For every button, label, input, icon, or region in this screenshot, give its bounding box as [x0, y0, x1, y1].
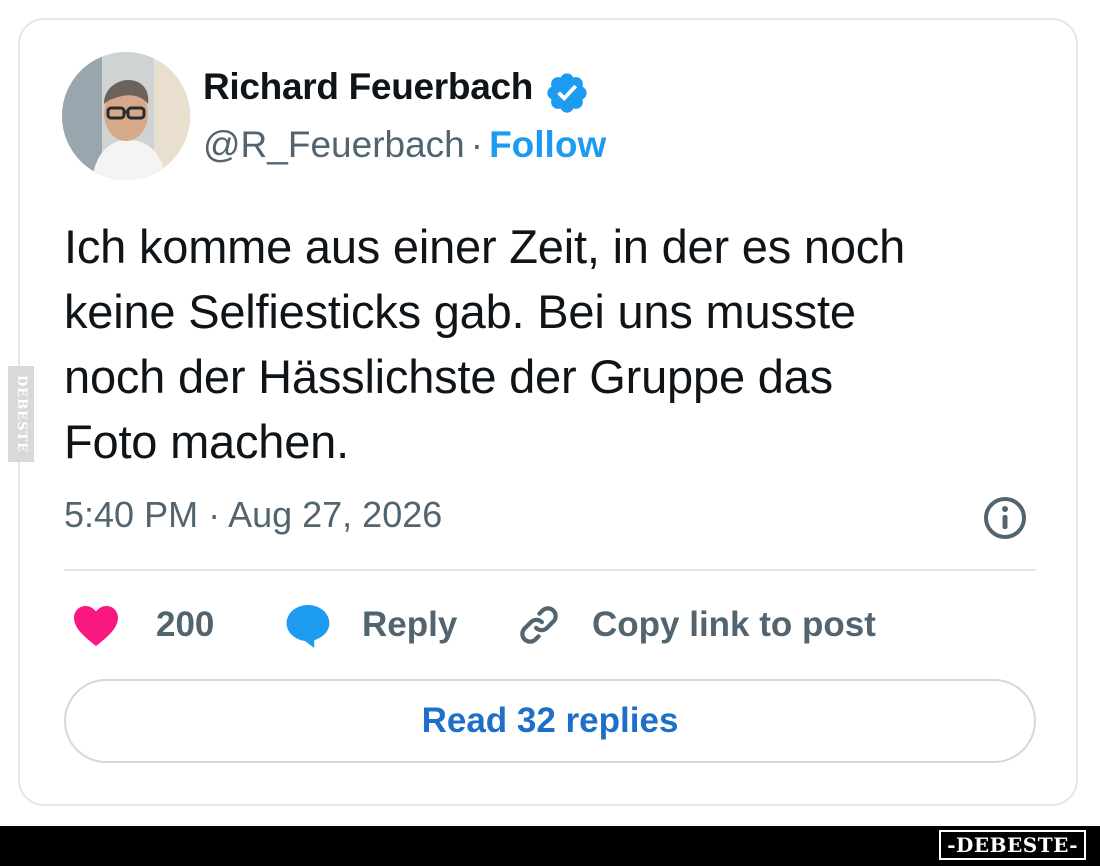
reply-button[interactable]: Reply [284, 598, 457, 652]
copy-link-label: Copy link to post [592, 605, 876, 644]
like-button[interactable]: 200 [72, 598, 214, 652]
reply-bubble-icon [286, 605, 330, 648]
footer-bar: -DEBESTE- [0, 826, 1100, 866]
author-handle[interactable]: @R_Feuerbach [203, 124, 465, 165]
action-bar: 200 Reply Copy link to post [64, 598, 1036, 652]
tweet-line: Ich komme aus einer Zeit, in der es noch [64, 220, 906, 273]
tweet-line: Foto machen. [64, 415, 349, 468]
copy-link-button[interactable]: Copy link to post [516, 598, 876, 652]
author-handle-row: @R_Feuerbach · Follow [203, 124, 606, 166]
like-count: 200 [156, 605, 215, 644]
tweet-text: Ich komme aus einer Zeit, in der es noch… [64, 214, 1044, 474]
verified-badge-icon [547, 73, 587, 113]
avatar[interactable] [62, 52, 190, 180]
divider [64, 569, 1036, 571]
separator-dot: · [470, 124, 484, 165]
follow-button[interactable]: Follow [489, 124, 606, 165]
reply-label: Reply [362, 605, 458, 644]
footer-watermark-logo: -DEBESTE- [939, 830, 1086, 860]
tweet-line: keine Selfiesticks gab. Bei uns musste [64, 285, 856, 338]
heart-icon [74, 606, 118, 646]
info-icon[interactable] [981, 494, 1029, 542]
author-name[interactable]: Richard Feuerbach [203, 66, 533, 108]
side-watermark: DEBESTE [8, 366, 34, 462]
avatar-photo [62, 52, 190, 180]
tweet-timestamp[interactable]: 5:40 PM · Aug 27, 2026 [64, 494, 442, 536]
tweet-line: noch der Hässlichste der Gruppe das [64, 350, 833, 403]
read-replies-button[interactable]: Read 32 replies [64, 679, 1036, 763]
link-icon [520, 606, 558, 644]
